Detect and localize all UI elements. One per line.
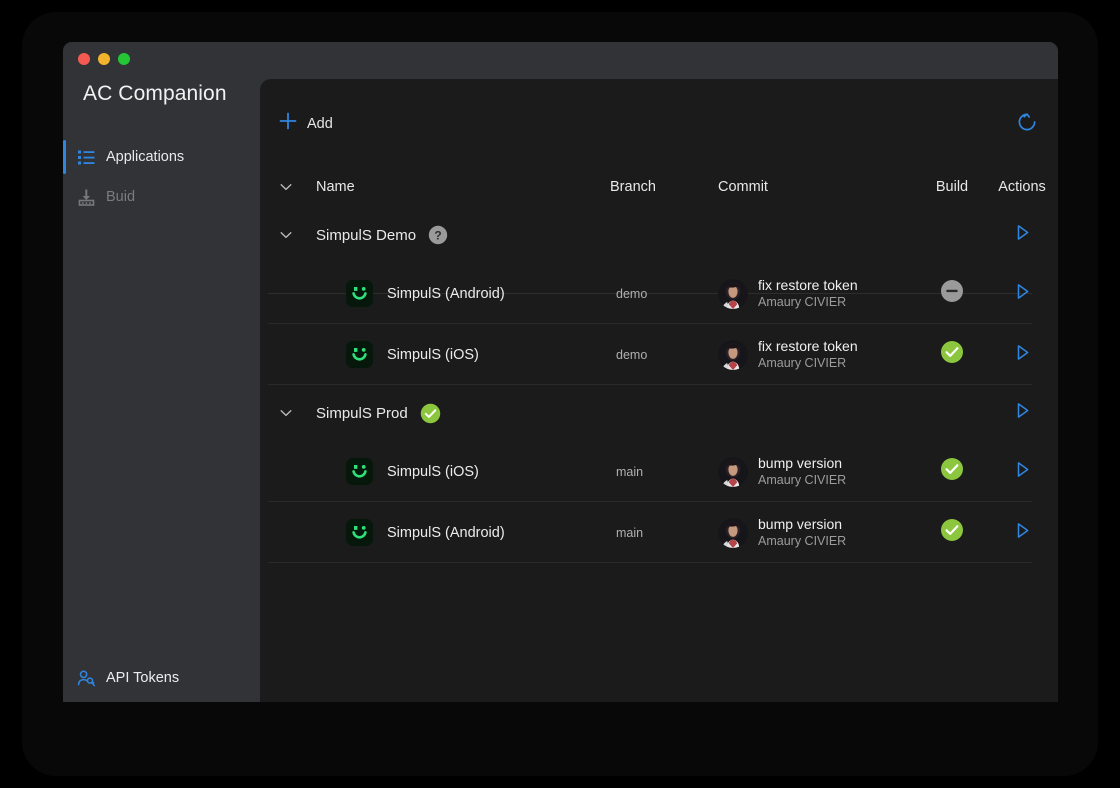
check-badge-icon (940, 457, 964, 486)
app-title: AC Companion (83, 82, 227, 105)
avatar (718, 517, 748, 548)
commit-author: Amaury CIVIER (758, 534, 847, 549)
chevron-down-icon (280, 232, 292, 239)
commit-author: Amaury CIVIER (758, 473, 847, 488)
table-row[interactable]: SimpulS (Android) main bump version Amau… (260, 502, 1058, 563)
commit-message: bump version (758, 454, 843, 471)
add-button-label: Add (307, 115, 333, 132)
avatar (718, 456, 748, 487)
simpuls-app-icon (346, 519, 373, 546)
branch-name: main (616, 464, 644, 479)
commit-author: Amaury CIVIER (758, 356, 847, 371)
check-badge-icon (940, 518, 964, 547)
commit-info: bump version Amaury CIVIER (758, 516, 846, 550)
table-row[interactable]: SimpulS (iOS) demo fix restore token Ama… (260, 324, 1058, 385)
group-name: SimpulS Prod (316, 404, 408, 422)
sidebar-item-label: Applications (106, 149, 185, 165)
sidebar-item-api-tokens[interactable]: API Tokens (63, 654, 260, 702)
commit-info: fix restore token Amaury CIVIER (758, 277, 858, 311)
run-build-button[interactable] (1012, 459, 1033, 485)
device-frame: AC Companion Applications Buid API Token… (0, 0, 1120, 788)
commit-info: fix restore token Amaury CIVIER (758, 338, 858, 372)
branch-name: main (616, 525, 644, 540)
sidebar-nav: Applications Buid (63, 137, 260, 217)
simpuls-app-icon (346, 280, 373, 307)
row-divider (268, 562, 1032, 563)
play-icon (1017, 403, 1028, 418)
sidebar-item-build[interactable]: Buid (63, 177, 260, 217)
run-group-button[interactable] (1012, 400, 1033, 426)
api-key-icon (77, 669, 96, 688)
chevron-down-icon (280, 410, 292, 417)
play-icon (1017, 283, 1028, 299)
group-row[interactable]: SimpulS Demo ? (260, 207, 1058, 263)
table-row[interactable]: SimpulS (Android) demo fix restore token… (260, 263, 1058, 324)
commit-message: fix restore token (758, 276, 858, 293)
avatar (718, 278, 748, 309)
sidebar-item-applications[interactable]: Applications (63, 137, 260, 177)
check-badge-icon (940, 340, 964, 369)
list-icon (77, 148, 96, 167)
group-name: SimpulS Demo (316, 226, 417, 244)
table-header-row: Name Branch Commit Build Actions (260, 167, 1058, 207)
refresh-icon (1018, 113, 1036, 131)
run-build-button[interactable] (1012, 520, 1033, 546)
app-name: SimpulS (Android) (387, 524, 505, 541)
plus-icon (278, 111, 298, 136)
table-row[interactable]: SimpulS (iOS) main bump version Amaury C… (260, 441, 1058, 502)
build-icon (77, 188, 96, 207)
add-button[interactable]: Add (278, 111, 333, 136)
main-panel: Add Name Branch Commit Build Actions Sim… (260, 79, 1058, 702)
column-header-branch: Branch (610, 179, 656, 195)
column-header-build: Build (935, 179, 969, 195)
app-window: AC Companion Applications Buid API Token… (63, 42, 1058, 702)
commit-message: fix restore token (758, 337, 858, 354)
simpuls-app-icon (346, 458, 373, 485)
run-group-button[interactable] (1012, 222, 1033, 248)
chevron-down-icon (280, 184, 292, 191)
minimize-button[interactable] (98, 53, 110, 65)
window-controls (78, 53, 130, 65)
check-badge-icon (420, 403, 441, 424)
play-icon (1017, 461, 1028, 477)
run-build-button[interactable] (1012, 281, 1033, 307)
column-header-commit: Commit (718, 179, 768, 195)
sidebar: AC Companion Applications Buid API Token… (63, 42, 260, 702)
close-button[interactable] (78, 53, 90, 65)
commit-message: bump version (758, 515, 843, 532)
collapse-all-toggle[interactable] (260, 179, 312, 195)
group-expand-toggle[interactable] (260, 405, 312, 421)
app-name: SimpulS (iOS) (387, 463, 479, 480)
sidebar-item-label: Buid (106, 189, 136, 205)
branch-name: demo (616, 286, 648, 301)
minus-badge-icon (940, 279, 964, 308)
app-name: SimpulS (Android) (387, 285, 505, 302)
play-icon (1017, 225, 1028, 240)
commit-author: Amaury CIVIER (758, 295, 847, 310)
commit-info: bump version Amaury CIVIER (758, 455, 846, 489)
avatar (718, 339, 748, 370)
run-build-button[interactable] (1012, 342, 1033, 368)
group-row[interactable]: SimpulS Prod (260, 385, 1058, 441)
column-header-actions: Actions (998, 179, 1046, 195)
maximize-button[interactable] (118, 53, 130, 65)
app-name: SimpulS (iOS) (387, 346, 479, 363)
play-icon (1017, 522, 1028, 538)
question-badge-icon: ? (428, 225, 448, 245)
sidebar-item-label: API Tokens (106, 670, 180, 686)
branch-name: demo (616, 347, 648, 362)
column-header-name: Name (316, 179, 355, 195)
refresh-button[interactable] (1016, 111, 1038, 133)
simpuls-app-icon (346, 341, 373, 368)
applications-table: Name Branch Commit Build Actions SimpulS… (260, 167, 1058, 563)
group-expand-toggle[interactable] (260, 227, 312, 243)
svg-text:?: ? (434, 228, 441, 242)
play-icon (1017, 344, 1028, 360)
toolbar: Add (260, 79, 1058, 137)
